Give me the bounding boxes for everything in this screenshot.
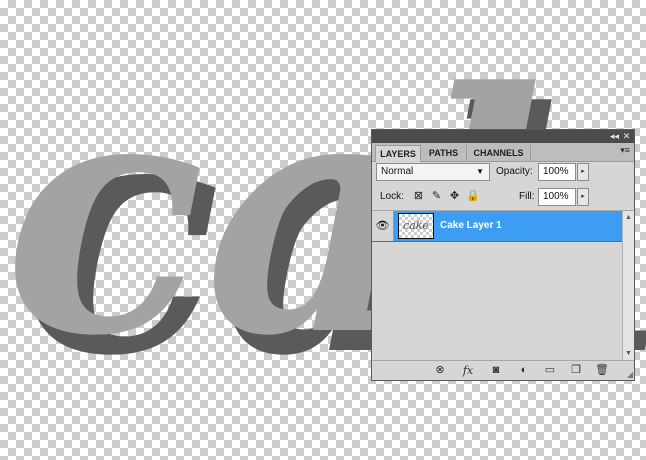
lock-move-icon[interactable]: ✥ bbox=[448, 190, 461, 203]
dropdown-arrow-icon: ▼ bbox=[476, 167, 484, 176]
layer-row[interactable]: 👁 cake Cake Layer 1 bbox=[372, 211, 622, 242]
layers-scrollbar[interactable]: ▲ ▼ bbox=[622, 211, 634, 361]
lock-fill-row: Lock: ⊠ ✎ ✥ 🔒 Fill: 100% ▸ bbox=[376, 188, 630, 208]
panel-menu-icon[interactable]: ▾≡ bbox=[620, 145, 630, 156]
blend-opacity-row: Normal ▼ Opacity: 100% ▸ bbox=[376, 163, 630, 183]
tab-channels[interactable]: CHANNELS bbox=[467, 145, 531, 161]
tab-paths[interactable]: PATHS bbox=[421, 145, 467, 161]
tab-layers[interactable]: LAYERS bbox=[375, 145, 421, 162]
opacity-label: Opacity: bbox=[496, 166, 533, 177]
layers-panel: ◂◂ ✕ LAYERS PATHS CHANNELS ▾≡ Normal ▼ O… bbox=[371, 129, 635, 381]
collapse-panel-icon[interactable]: ◂◂ bbox=[609, 131, 620, 142]
layer-thumbnail: cake bbox=[398, 213, 434, 239]
panel-tabs: LAYERS PATHS CHANNELS ▾≡ bbox=[372, 143, 634, 162]
layers-list: 👁 cake Cake Layer 1 ▲ ▼ bbox=[372, 211, 634, 361]
scroll-down-icon[interactable]: ▼ bbox=[623, 349, 634, 359]
fx-icon[interactable]: fx bbox=[460, 363, 476, 378]
lock-brush-icon[interactable]: ✎ bbox=[430, 190, 443, 203]
opacity-input[interactable]: 100% bbox=[538, 163, 576, 181]
layers-toolbar: ⊗ fx ◙ ◐ ▭ ❐ 🗑 ◢ bbox=[372, 360, 634, 380]
lock-all-icon[interactable]: 🔒 bbox=[466, 190, 480, 203]
add-mask-icon[interactable]: ◙ bbox=[488, 363, 504, 378]
lock-label: Lock: bbox=[380, 191, 404, 202]
blend-mode-select[interactable]: Normal ▼ bbox=[376, 163, 490, 181]
fill-label: Fill: bbox=[519, 191, 535, 202]
new-layer-icon[interactable]: ❐ bbox=[568, 363, 584, 378]
layer-name[interactable]: Cake Layer 1 bbox=[440, 211, 502, 241]
blend-mode-value: Normal bbox=[381, 166, 414, 177]
panel-titlebar[interactable]: ◂◂ ✕ bbox=[372, 130, 634, 143]
resize-grip-icon[interactable]: ◢ bbox=[627, 370, 633, 379]
fill-stepper[interactable]: ▸ bbox=[577, 188, 589, 206]
visibility-eye-icon[interactable]: 👁 bbox=[372, 211, 394, 241]
close-panel-icon[interactable]: ✕ bbox=[621, 131, 632, 142]
adjustment-layer-icon[interactable]: ◐ bbox=[516, 363, 532, 378]
new-group-icon[interactable]: ▭ bbox=[542, 363, 558, 378]
link-layers-icon[interactable]: ⊗ bbox=[432, 363, 448, 378]
scroll-up-icon[interactable]: ▲ bbox=[623, 213, 634, 223]
trash-icon[interactable]: 🗑 bbox=[594, 363, 610, 378]
opacity-stepper[interactable]: ▸ bbox=[577, 163, 589, 181]
lock-transparent-icon[interactable]: ⊠ bbox=[412, 190, 425, 203]
fill-input[interactable]: 100% bbox=[538, 188, 576, 206]
